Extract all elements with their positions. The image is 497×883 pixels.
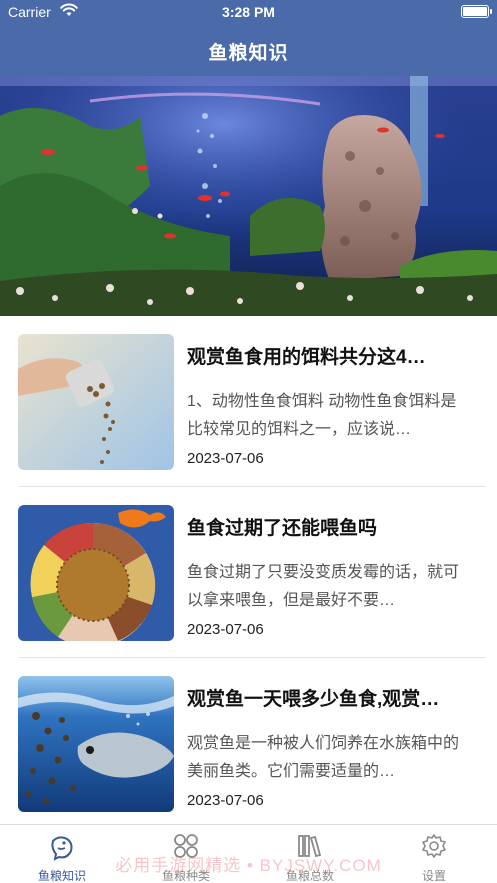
article-date: 2023-07-06 — [187, 792, 264, 809]
fish-food-plate-image — [18, 505, 174, 641]
article-thumbnail — [18, 505, 174, 641]
article-summary: 观赏鱼是一种被人们饲养在水族箱中的美丽鱼类。它们需要适量的… — [187, 735, 460, 780]
tab-bar: 鱼粮知识 鱼粮种类 鱼粮总数 设置 必用手游网精选 • BYJSWY.COM — [0, 824, 497, 883]
article-summary: 1、动物性鱼食饵料 动物性鱼食饵料是比较常见的饵料之一，应该说… — [187, 393, 457, 438]
fish-icon — [51, 836, 73, 861]
battery-icon — [461, 5, 489, 18]
fish-eating-pellets-image — [18, 676, 174, 812]
feeding-hand-image — [18, 334, 174, 470]
article-item[interactable]: 观赏鱼一天喂多少鱼食,观赏… 观赏鱼是一种被人们饲养在水族箱中的美丽鱼类。它们需… — [0, 658, 497, 829]
grid-icon — [174, 834, 198, 858]
nav-bar: 鱼粮知识 — [0, 24, 497, 76]
battery-tip — [490, 9, 492, 14]
article-item[interactable]: 鱼食过期了还能喂鱼吗 鱼食过期了只要没变质发霉的话，就可以拿来喂鱼，但是最好不要… — [0, 487, 497, 658]
aquarium-banner[interactable] — [0, 76, 497, 316]
tab-settings[interactable]: 设置 — [372, 825, 496, 883]
article-date: 2023-07-06 — [187, 450, 264, 467]
article-thumbnail — [18, 334, 174, 470]
clock: 3:28 PM — [222, 4, 275, 20]
article-date: 2023-07-06 — [187, 621, 264, 638]
gear-icon — [422, 834, 446, 858]
aquarium-banner-image — [0, 76, 497, 316]
tab-fish-food-total[interactable]: 鱼粮总数 — [248, 825, 372, 883]
tab-label: 鱼粮总数 — [285, 869, 334, 883]
tab-fish-food-knowledge[interactable]: 鱼粮知识 — [0, 825, 124, 883]
article-title: 观赏鱼一天喂多少鱼食,观赏… — [187, 689, 440, 710]
tab-label: 鱼粮种类 — [161, 869, 210, 883]
tab-label: 设置 — [421, 869, 446, 883]
article-summary: 鱼食过期了只要没变质发霉的话，就可以拿来喂鱼，但是最好不要… — [187, 564, 460, 609]
tab-fish-food-types[interactable]: 鱼粮种类 — [124, 825, 248, 883]
books-icon — [298, 835, 322, 858]
tab-label: 鱼粮知识 — [37, 869, 86, 883]
article-title: 鱼食过期了还能喂鱼吗 — [187, 518, 378, 539]
article-thumbnail — [18, 676, 174, 812]
article-title: 观赏鱼食用的饵料共分这4… — [187, 347, 426, 368]
article-item[interactable]: 观赏鱼食用的饵料共分这4… 1、动物性鱼食饵料 动物性鱼食饵料是比较常见的饵料之… — [0, 316, 497, 487]
status-bar: Carrier 3:28 PM — [0, 0, 497, 24]
page-title: 鱼粮知识 — [208, 43, 289, 64]
